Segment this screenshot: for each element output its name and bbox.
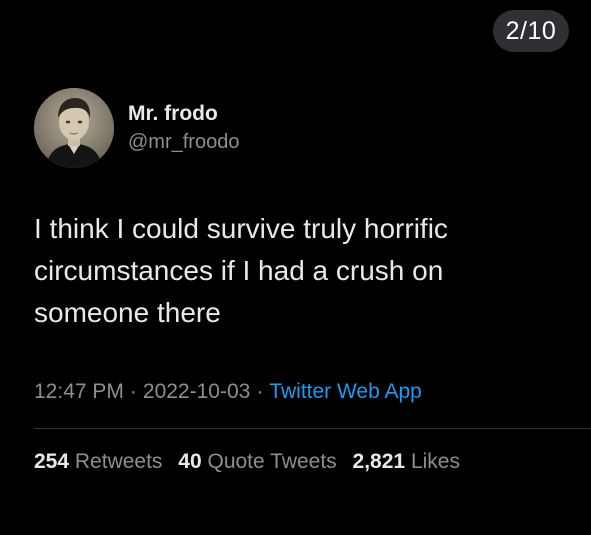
tweet-meta: 12:47 PM · 2022-10-03 · Twitter Web App: [34, 380, 422, 404]
tweet-date[interactable]: 2022-10-03: [143, 380, 250, 403]
quote-tweets-count: 40: [178, 450, 202, 473]
meta-separator: ·: [256, 380, 264, 403]
quote-tweets-stat[interactable]: 40 Quote Tweets: [178, 450, 336, 473]
divider: [34, 428, 591, 429]
tweet-text: I think I could survive truly horrific c…: [34, 213, 448, 328]
avatar[interactable]: [34, 88, 114, 168]
user-handle[interactable]: @mr_froodo: [128, 129, 239, 155]
retweets-stat[interactable]: 254 Retweets: [34, 450, 162, 473]
tweet-source-link[interactable]: Twitter Web App: [269, 380, 422, 403]
retweets-label: Retweets: [74, 450, 163, 473]
engagement-stats: 254 Retweets 40 Quote Tweets 2,821 Likes: [34, 450, 470, 474]
likes-count: 2,821: [352, 450, 406, 473]
user-meta: Mr. frodo @mr_froodo: [128, 88, 239, 168]
page-indicator-badge: 2/10: [493, 10, 569, 52]
likes-stat[interactable]: 2,821 Likes: [353, 450, 460, 473]
display-name[interactable]: Mr. frodo: [128, 101, 239, 127]
vintage-portrait-avatar-icon: [34, 88, 114, 168]
tweet-time[interactable]: 12:47 PM: [34, 380, 124, 403]
retweets-count: 254: [34, 450, 70, 473]
tweet-header: Mr. frodo @mr_froodo: [34, 88, 239, 168]
likes-label: Likes: [410, 450, 460, 473]
quote-tweets-label: Quote Tweets: [207, 450, 337, 473]
meta-separator: ·: [129, 380, 137, 403]
